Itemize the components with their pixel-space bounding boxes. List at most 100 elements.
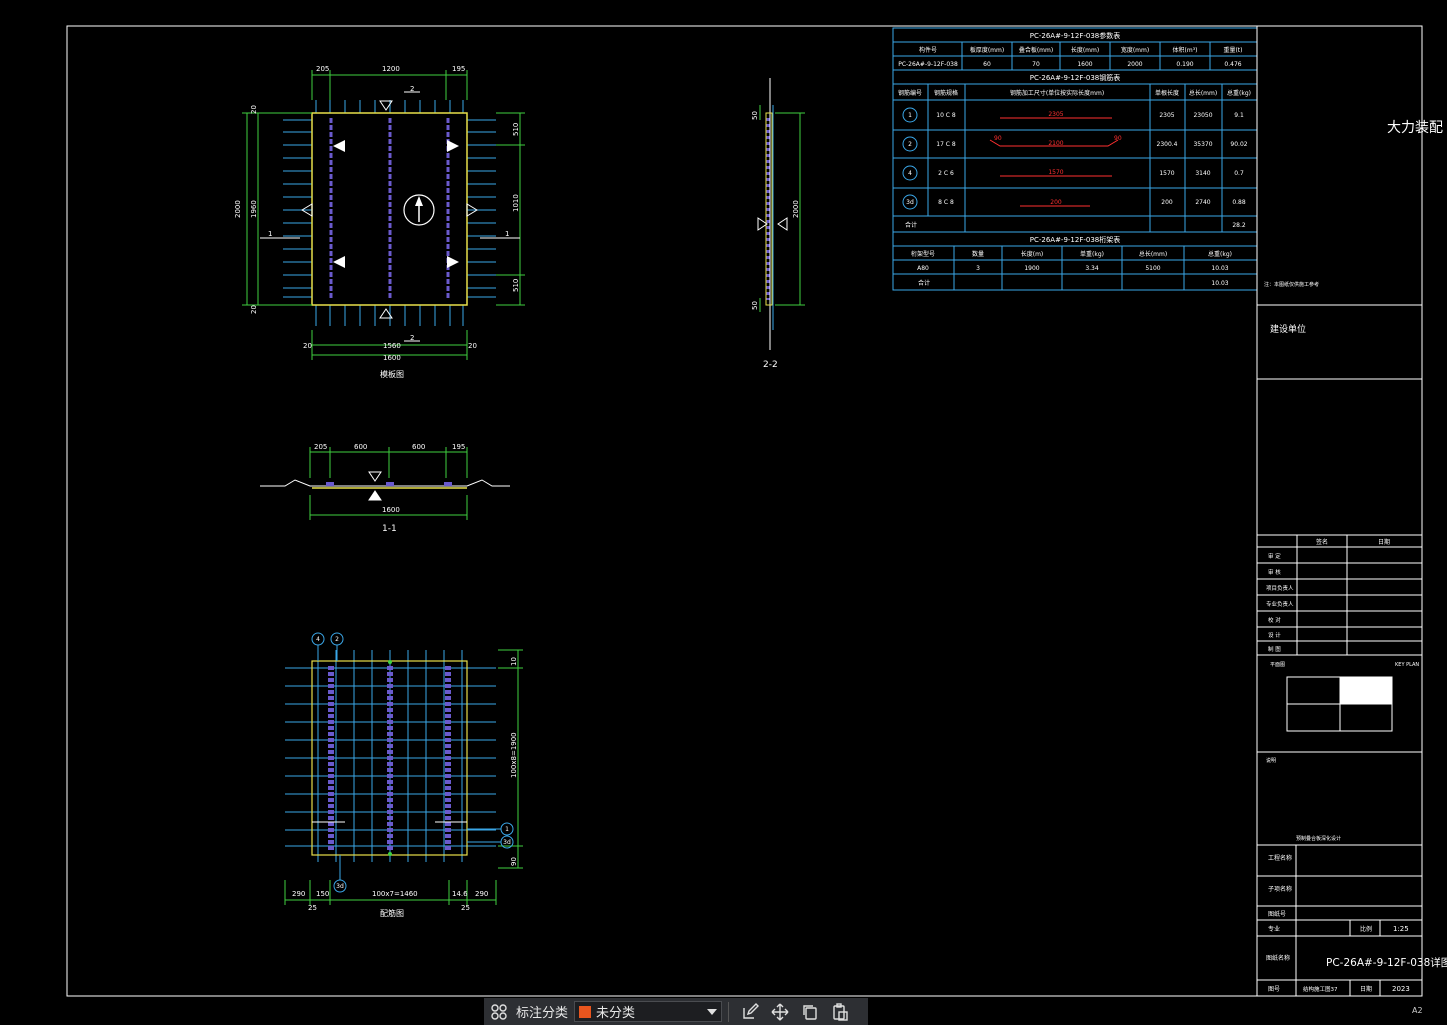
section-caption: 预制叠合板深化设计 <box>1296 835 1341 842</box>
rebar-mark-1-right: 1 <box>505 826 509 833</box>
t2-r1-single: 2300.4 <box>1157 141 1178 148</box>
dim-bottom-4: 20 <box>468 342 477 350</box>
key-plan-note: KEY PLAN <box>1395 662 1419 668</box>
section-1-caption: 1-1 <box>382 524 397 534</box>
rebar-dim-right-2: 100x8=1900 <box>510 732 518 778</box>
s1-dim-top-1: 205 <box>314 443 327 451</box>
section-label: 说明 <box>1266 757 1276 764</box>
move-icon[interactable] <box>765 998 795 1025</box>
t3-c3: 3.34 <box>1085 265 1099 272</box>
t2-r3-total: 2740 <box>1195 199 1210 206</box>
t1-h4: 宽度(mm) <box>1121 46 1149 54</box>
rebar-dim-bottom-2: 150 <box>316 890 329 898</box>
table2-title: PC-26A#-9-12F-038钢筋表 <box>1030 73 1121 82</box>
drawing-title: PC-26A#-9-12F-038详图 <box>1326 956 1447 969</box>
row-drawing-no: 图纸号 <box>1268 910 1286 918</box>
dim-left-1: 2000 <box>234 200 242 218</box>
rebar-mark-4-top: 4 <box>316 636 320 643</box>
dim-right-2: 1010 <box>512 194 520 212</box>
t2-r2-single: 1570 <box>1159 170 1174 177</box>
t3-total-label: 合计 <box>918 279 930 287</box>
t2-r2-weight: 0.7 <box>1234 170 1244 177</box>
t3-c1: 3 <box>976 265 980 272</box>
t1-h0: 构件号 <box>919 46 937 54</box>
title-note: 注：本图纸仅供施工参考 <box>1264 281 1319 288</box>
t3-c4: 5100 <box>1145 265 1160 272</box>
t2-r0-total: 23050 <box>1193 112 1212 119</box>
tables-block: PC-26A#-9-12F-038参数表 构件号 板厚度(mm) 叠合板(mm)… <box>892 27 1258 291</box>
t2-r3-single: 200 <box>1161 199 1173 206</box>
section-mark-bottom: 2 <box>410 334 414 342</box>
t1-c3: 1600 <box>1077 61 1092 68</box>
dim-top-1: 205 <box>316 65 329 73</box>
s2-dim-right: 2000 <box>792 200 800 218</box>
t2-total-value: 28.2 <box>1232 222 1246 229</box>
title-block: 大力装配 注：本图纸仅供施工参考 建设单位 签名 日期 审 定 审 核 项目负责… <box>1256 26 1447 996</box>
t1-c2: 70 <box>1032 61 1040 68</box>
bottom-row-3: 日期 <box>1360 985 1372 993</box>
bottom-row-4: 2023 <box>1392 985 1410 993</box>
dim-left-4: 20 <box>250 305 258 314</box>
copy-icon[interactable] <box>795 998 825 1025</box>
t1-h5: 体积(m³) <box>1173 46 1198 54</box>
s1-dim-bottom: 1600 <box>382 506 400 514</box>
t2-r1-no: 2 <box>908 141 912 148</box>
rebar-plan-view: 4 2 1 3d 3d 290 150 100x7=1460 14.6 290 … <box>284 632 523 918</box>
s2-dim-left-1: 50 <box>751 111 759 120</box>
sign-row-5: 校 对 <box>1268 616 1281 624</box>
t3-h1: 数量 <box>972 250 984 258</box>
t3-total-value: 10.03 <box>1211 280 1228 287</box>
bottom-row-1: 图号 <box>1268 986 1280 993</box>
s1-dim-top-3: 600 <box>412 443 425 451</box>
t2-r1-total: 35370 <box>1193 141 1212 148</box>
s2-dim-left-2: 50 <box>751 301 759 310</box>
bottom-row-2: 结构施工图37 <box>1303 985 1338 993</box>
template-plan-view: 205 1200 195 20 1560 1600 20 2000 1960 2… <box>234 65 525 379</box>
t2-r1-spec: 17 C 8 <box>936 141 956 148</box>
t3-c5: 10.03 <box>1211 265 1228 272</box>
section-mark-right: 1 <box>505 230 509 238</box>
row-sub-name: 子项名称 <box>1268 885 1292 893</box>
t2-r1-weight: 90.02 <box>1230 141 1247 148</box>
t2-h3: 单根长度 <box>1155 89 1179 97</box>
category-select[interactable]: 未分类 <box>574 1001 723 1022</box>
sheet-size-label: A2 <box>1412 1006 1423 1015</box>
t2-hook-left: 90 <box>994 135 1002 142</box>
t1-h2: 叠合板(mm) <box>1019 46 1053 54</box>
t2-r3-len: 200 <box>1050 199 1062 206</box>
rebar-mark-3d-bottom: 3d <box>336 883 344 890</box>
category-select-value: 未分类 <box>596 1006 636 1021</box>
s1-dim-top-4: 195 <box>452 443 465 451</box>
dim-bottom-1: 20 <box>303 342 312 350</box>
cad-drawing-canvas[interactable]: 205 1200 195 20 1560 1600 20 2000 1960 2… <box>0 0 1447 1025</box>
t2-r0-single: 2305 <box>1159 112 1174 119</box>
drawing-title-label: 图纸名称 <box>1266 954 1290 962</box>
section-1-1-view: 205 600 600 195 1600 1-1 <box>260 443 510 534</box>
dim-bottom-2: 1560 <box>383 342 401 350</box>
section-2-caption: 2-2 <box>763 360 778 370</box>
t2-r3-weight: 0.88 <box>1232 199 1246 206</box>
toolbar-divider <box>728 1001 730 1022</box>
t2-r0-len: 2305 <box>1048 111 1063 118</box>
t2-r2-no: 4 <box>908 170 912 177</box>
t3-h0: 桁架型号 <box>911 250 935 258</box>
paste-icon[interactable] <box>825 998 855 1025</box>
t3-h2: 长度(m) <box>1021 250 1044 258</box>
t1-h1: 板厚度(mm) <box>970 46 1004 54</box>
t1-h3: 长度(mm) <box>1071 46 1099 54</box>
dim-top-3: 195 <box>452 65 465 73</box>
sign-header-2: 日期 <box>1378 538 1390 546</box>
row-project-name: 工程名称 <box>1268 854 1292 862</box>
sign-row-1: 审 定 <box>1268 552 1281 560</box>
t3-h4: 总长(mm) <box>1139 250 1167 258</box>
t1-c1: 60 <box>983 61 991 68</box>
annotation-toolbar: 标注分类 未分类 <box>484 998 868 1025</box>
t2-h5: 总重(kg) <box>1227 89 1251 97</box>
sign-row-3: 项目负责人 <box>1266 584 1294 592</box>
t2-r0-spec: 10 C 8 <box>936 112 956 119</box>
edit-icon[interactable] <box>735 998 765 1025</box>
t2-h4: 总长(mm) <box>1189 89 1217 97</box>
sign-row-2: 审 核 <box>1268 568 1281 576</box>
grid-apps-icon[interactable] <box>484 998 514 1025</box>
scale-value: 1:25 <box>1393 925 1409 933</box>
